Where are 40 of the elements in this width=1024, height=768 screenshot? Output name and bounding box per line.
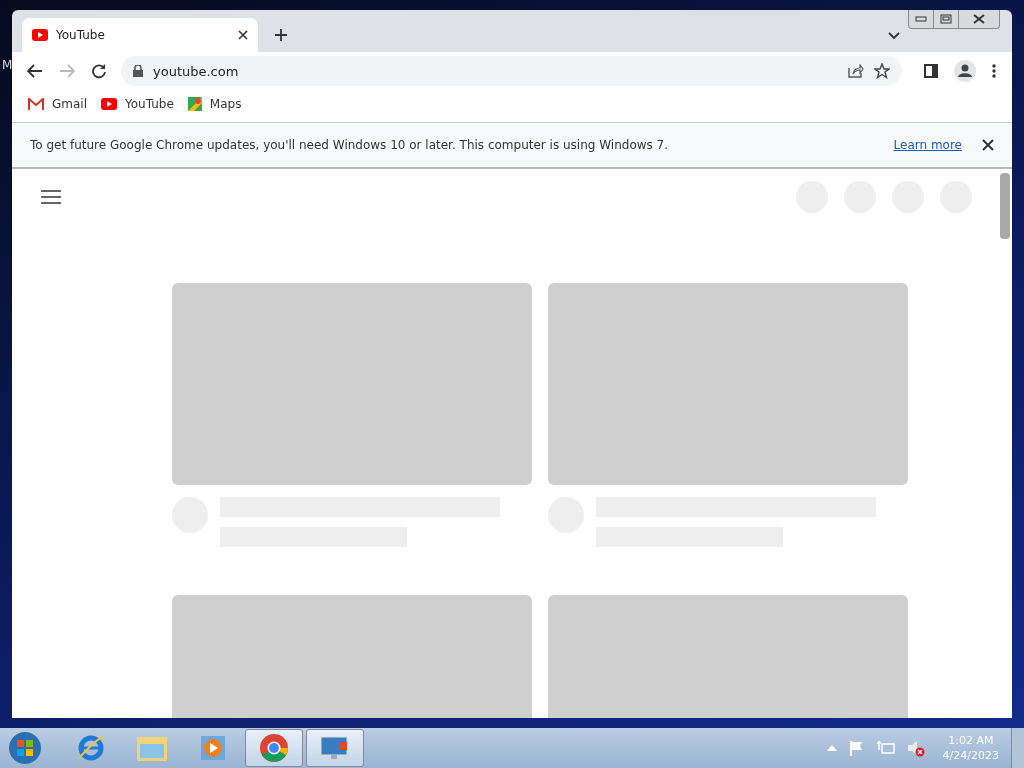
maximize-icon <box>940 14 952 24</box>
desktop-icon-label: M <box>2 58 13 72</box>
media-player-icon <box>199 734 227 762</box>
play-logo-icon <box>32 29 48 41</box>
menu-icon[interactable] <box>992 64 996 78</box>
url-text: youtube.com <box>153 63 239 79</box>
close-icon[interactable] <box>982 139 994 151</box>
new-tab-icon[interactable] <box>274 28 288 42</box>
reload-icon[interactable] <box>91 63 107 79</box>
lock-icon <box>133 65 143 77</box>
muted-speaker-icon[interactable] <box>906 739 925 757</box>
chevron-down-icon[interactable] <box>888 32 900 40</box>
back-icon[interactable] <box>27 64 43 78</box>
mail-logo-icon <box>28 98 44 110</box>
play-logo-icon <box>101 98 117 110</box>
globe-e-icon <box>76 733 106 763</box>
minimize-icon <box>915 16 927 22</box>
close-icon <box>973 14 985 24</box>
taskbar-button[interactable] <box>306 729 364 767</box>
star-icon[interactable] <box>874 63 890 79</box>
monitor-icon <box>319 734 351 762</box>
map-pin-icon <box>187 97 202 111</box>
address-bar[interactable]: youtube.com <box>121 56 902 86</box>
folder-icon <box>136 734 168 762</box>
scrollbar-thumb[interactable] <box>1000 173 1010 239</box>
side-panel-icon[interactable] <box>924 64 938 78</box>
update-message: To get future Google Chrome updates, you'll need Windows 10 or later. This computer is using Windows 7. <box>30 138 669 152</box>
bookmark-link[interactable]: YouTube <box>101 97 174 111</box>
bookmark-link[interactable]: Gmail <box>28 97 87 111</box>
start-button[interactable] <box>8 731 42 765</box>
share-icon[interactable] <box>848 64 864 78</box>
close-tab-icon[interactable] <box>238 30 248 40</box>
chrome-logo-icon <box>259 733 289 763</box>
profile-icon[interactable] <box>954 60 976 82</box>
learn-more-link[interactable]: Learn more <box>893 138 962 152</box>
taskbar-button[interactable] <box>245 729 303 767</box>
menu-icon[interactable] <box>41 190 61 204</box>
browser-tab[interactable]: YouTube <box>22 18 258 52</box>
tab-title: YouTube <box>56 28 106 42</box>
bookmark-link[interactable]: Maps <box>187 97 242 111</box>
